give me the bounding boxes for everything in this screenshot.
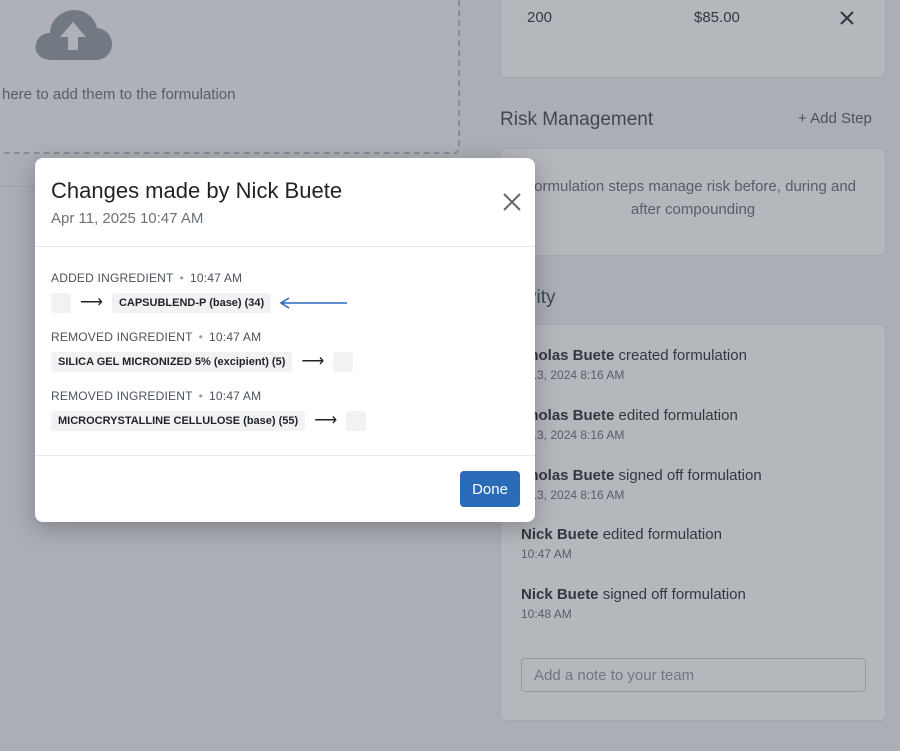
to-chip: CAPSUBLEND-P (base) (34) (111, 293, 272, 313)
annotation-arrow-icon (279, 297, 348, 309)
modal-title: Changes made by Nick Buete (51, 178, 343, 203)
arrow-right-icon: ⟶ (80, 294, 103, 311)
separator-dot: • (179, 271, 184, 285)
modal-divider (35, 455, 535, 456)
change-time: 10:47 AM (209, 389, 262, 403)
modal-divider (35, 246, 535, 247)
separator-dot: • (198, 330, 204, 344)
modal-subtitle: Apr 11, 2025 10:47 AM (51, 210, 204, 227)
arrow-right-icon: ⟶ (314, 412, 338, 429)
change-type: REMOVED INGREDIENT (51, 330, 193, 344)
change-type: ADDED INGREDIENT (51, 271, 174, 285)
change-item: REMOVED INGREDIENT • 10:47 AM SILICA GEL M… (51, 330, 354, 372)
separator-dot: • (198, 389, 204, 403)
to-chip (346, 411, 367, 431)
change-type: REMOVED INGREDIENT (51, 389, 193, 403)
change-item: ADDED INGREDIENT • 10:47 AM ⟶ CAPSUBLEND-P… (51, 271, 349, 313)
from-chip: SILICA GEL MICRONIZED 5% (excipient) (5) (51, 352, 293, 372)
done-button[interactable]: Done (460, 471, 520, 507)
from-chip (51, 293, 71, 313)
close-icon[interactable] (501, 191, 523, 213)
from-chip: MICROCRYSTALLINE CELLULOSE (base) (55) (51, 411, 306, 431)
change-time: 10:47 AM (189, 271, 243, 285)
arrow-right-icon: ⟶ (301, 353, 325, 370)
changes-modal: Changes made by Nick Buete Apr 11, 2025 … (35, 158, 535, 522)
change-time: 10:47 AM (209, 330, 262, 344)
to-chip (333, 352, 354, 372)
change-item: REMOVED INGREDIENT • 10:47 AM MICROCRYSTAL… (51, 389, 367, 431)
